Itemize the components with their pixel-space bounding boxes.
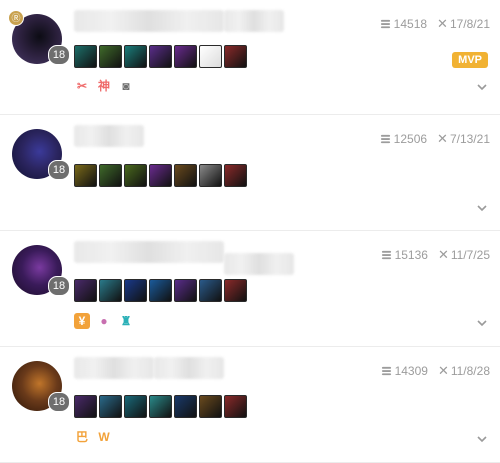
item-build [74,395,247,418]
gold-amount: 14309 [394,364,428,378]
swords-icon: ✕ [437,247,449,262]
gold-amount: 12506 [393,132,428,146]
item-build [74,279,247,302]
kda-score: 11/7/25 [450,248,490,262]
player-name-obscured [74,241,224,263]
item-slot-7[interactable] [224,395,247,418]
match-row[interactable]: Ⓡ 18 14518 ✕ 17/8/21 MVP ✂ 神 ◙ [0,0,500,115]
item-slot-6[interactable] [199,45,222,68]
item-slot-5[interactable] [174,164,197,187]
item-build [74,45,247,68]
item-slot-6[interactable] [199,279,222,302]
match-meta: 14518 ✕ 17/8/21 [380,16,490,32]
kda-score: 11/8/28 [450,364,490,378]
player-name-obscured [74,125,144,147]
triple-kill-icon: 巴 [75,430,88,444]
gold-amount: 15136 [394,248,428,262]
kda-score: 17/8/21 [449,17,490,31]
item-slot-5[interactable] [174,395,197,418]
item-slot-3[interactable] [124,279,147,302]
gold-stack-icon [380,134,390,143]
match-row[interactable]: 18 14309 ✕ 11/8/28 巴 W [0,347,500,463]
achievement-badges: ¥ ● ♜ [74,313,134,329]
skull-icon: ✂ [76,79,88,93]
item-slot-6[interactable] [199,395,222,418]
achievement-badges: 巴W [74,429,112,445]
item-slot-1[interactable] [74,395,97,418]
item-slot-5[interactable] [174,45,197,68]
swords-icon: ✕ [437,16,448,31]
item-slot-3[interactable] [124,45,147,68]
chevron-down-icon[interactable] [476,432,488,444]
item-slot-4[interactable] [149,45,172,68]
gold-coin-icon: ¥ [74,313,90,329]
item-slot-2[interactable] [99,395,122,418]
chevron-down-icon[interactable] [476,80,488,92]
kda-score: 7/13/21 [449,132,490,146]
match-meta: 14309 ✕ 11/8/28 [381,363,490,379]
item-slot-4[interactable] [149,279,172,302]
gold-stack-icon [380,19,390,28]
champion-level-badge: 18 [48,160,70,180]
achievement-badges: ✂ 神 ◙ [74,78,134,94]
item-slot-2[interactable] [99,164,122,187]
rank-crown-icon: Ⓡ [8,10,24,26]
gold-stack-icon [381,250,391,259]
chevron-down-icon[interactable] [476,316,488,328]
item-slot-1[interactable] [74,279,97,302]
item-slot-2[interactable] [99,45,122,68]
match-row[interactable]: 18 15136 ✕ 11/7/25 ¥ ● ♜ [0,231,500,347]
player-name-obscured [224,253,294,275]
alien-icon: ● [100,314,108,328]
ward-icon: ◙ [122,79,130,93]
god-icon: 神 [97,79,110,93]
crown-icon: W [98,430,110,444]
item-slot-3[interactable] [124,164,147,187]
match-meta: 12506 ✕ 7/13/21 [380,131,490,147]
player-name-obscured [74,10,224,32]
item-slot-1[interactable] [74,45,97,68]
champion-level-badge: 18 [48,45,70,65]
item-slot-7[interactable] [224,45,247,68]
item-slot-6[interactable] [199,164,222,187]
swords-icon: ✕ [437,131,448,146]
item-slot-7[interactable] [224,279,247,302]
player-name-obscured [224,10,284,32]
match-row[interactable]: 18 12506 ✕ 7/13/21 [0,115,500,231]
item-slot-4[interactable] [149,164,172,187]
swords-icon: ✕ [437,363,449,378]
champion-level-badge: 18 [48,392,70,412]
champion-level-badge: 18 [48,276,70,296]
player-name-obscured [154,357,224,379]
gold-amount: 14518 [393,17,428,31]
item-slot-4[interactable] [149,395,172,418]
item-slot-7[interactable] [224,164,247,187]
mvp-badge: MVP [452,52,488,68]
chevron-down-icon[interactable] [476,201,488,213]
item-slot-5[interactable] [174,279,197,302]
match-meta: 15136 ✕ 11/7/25 [381,247,490,263]
gold-stack-icon [381,366,391,375]
tower-icon: ♜ [120,314,132,328]
item-build [74,164,247,187]
item-slot-1[interactable] [74,164,97,187]
item-slot-3[interactable] [124,395,147,418]
player-name-obscured [74,357,154,379]
item-slot-2[interactable] [99,279,122,302]
